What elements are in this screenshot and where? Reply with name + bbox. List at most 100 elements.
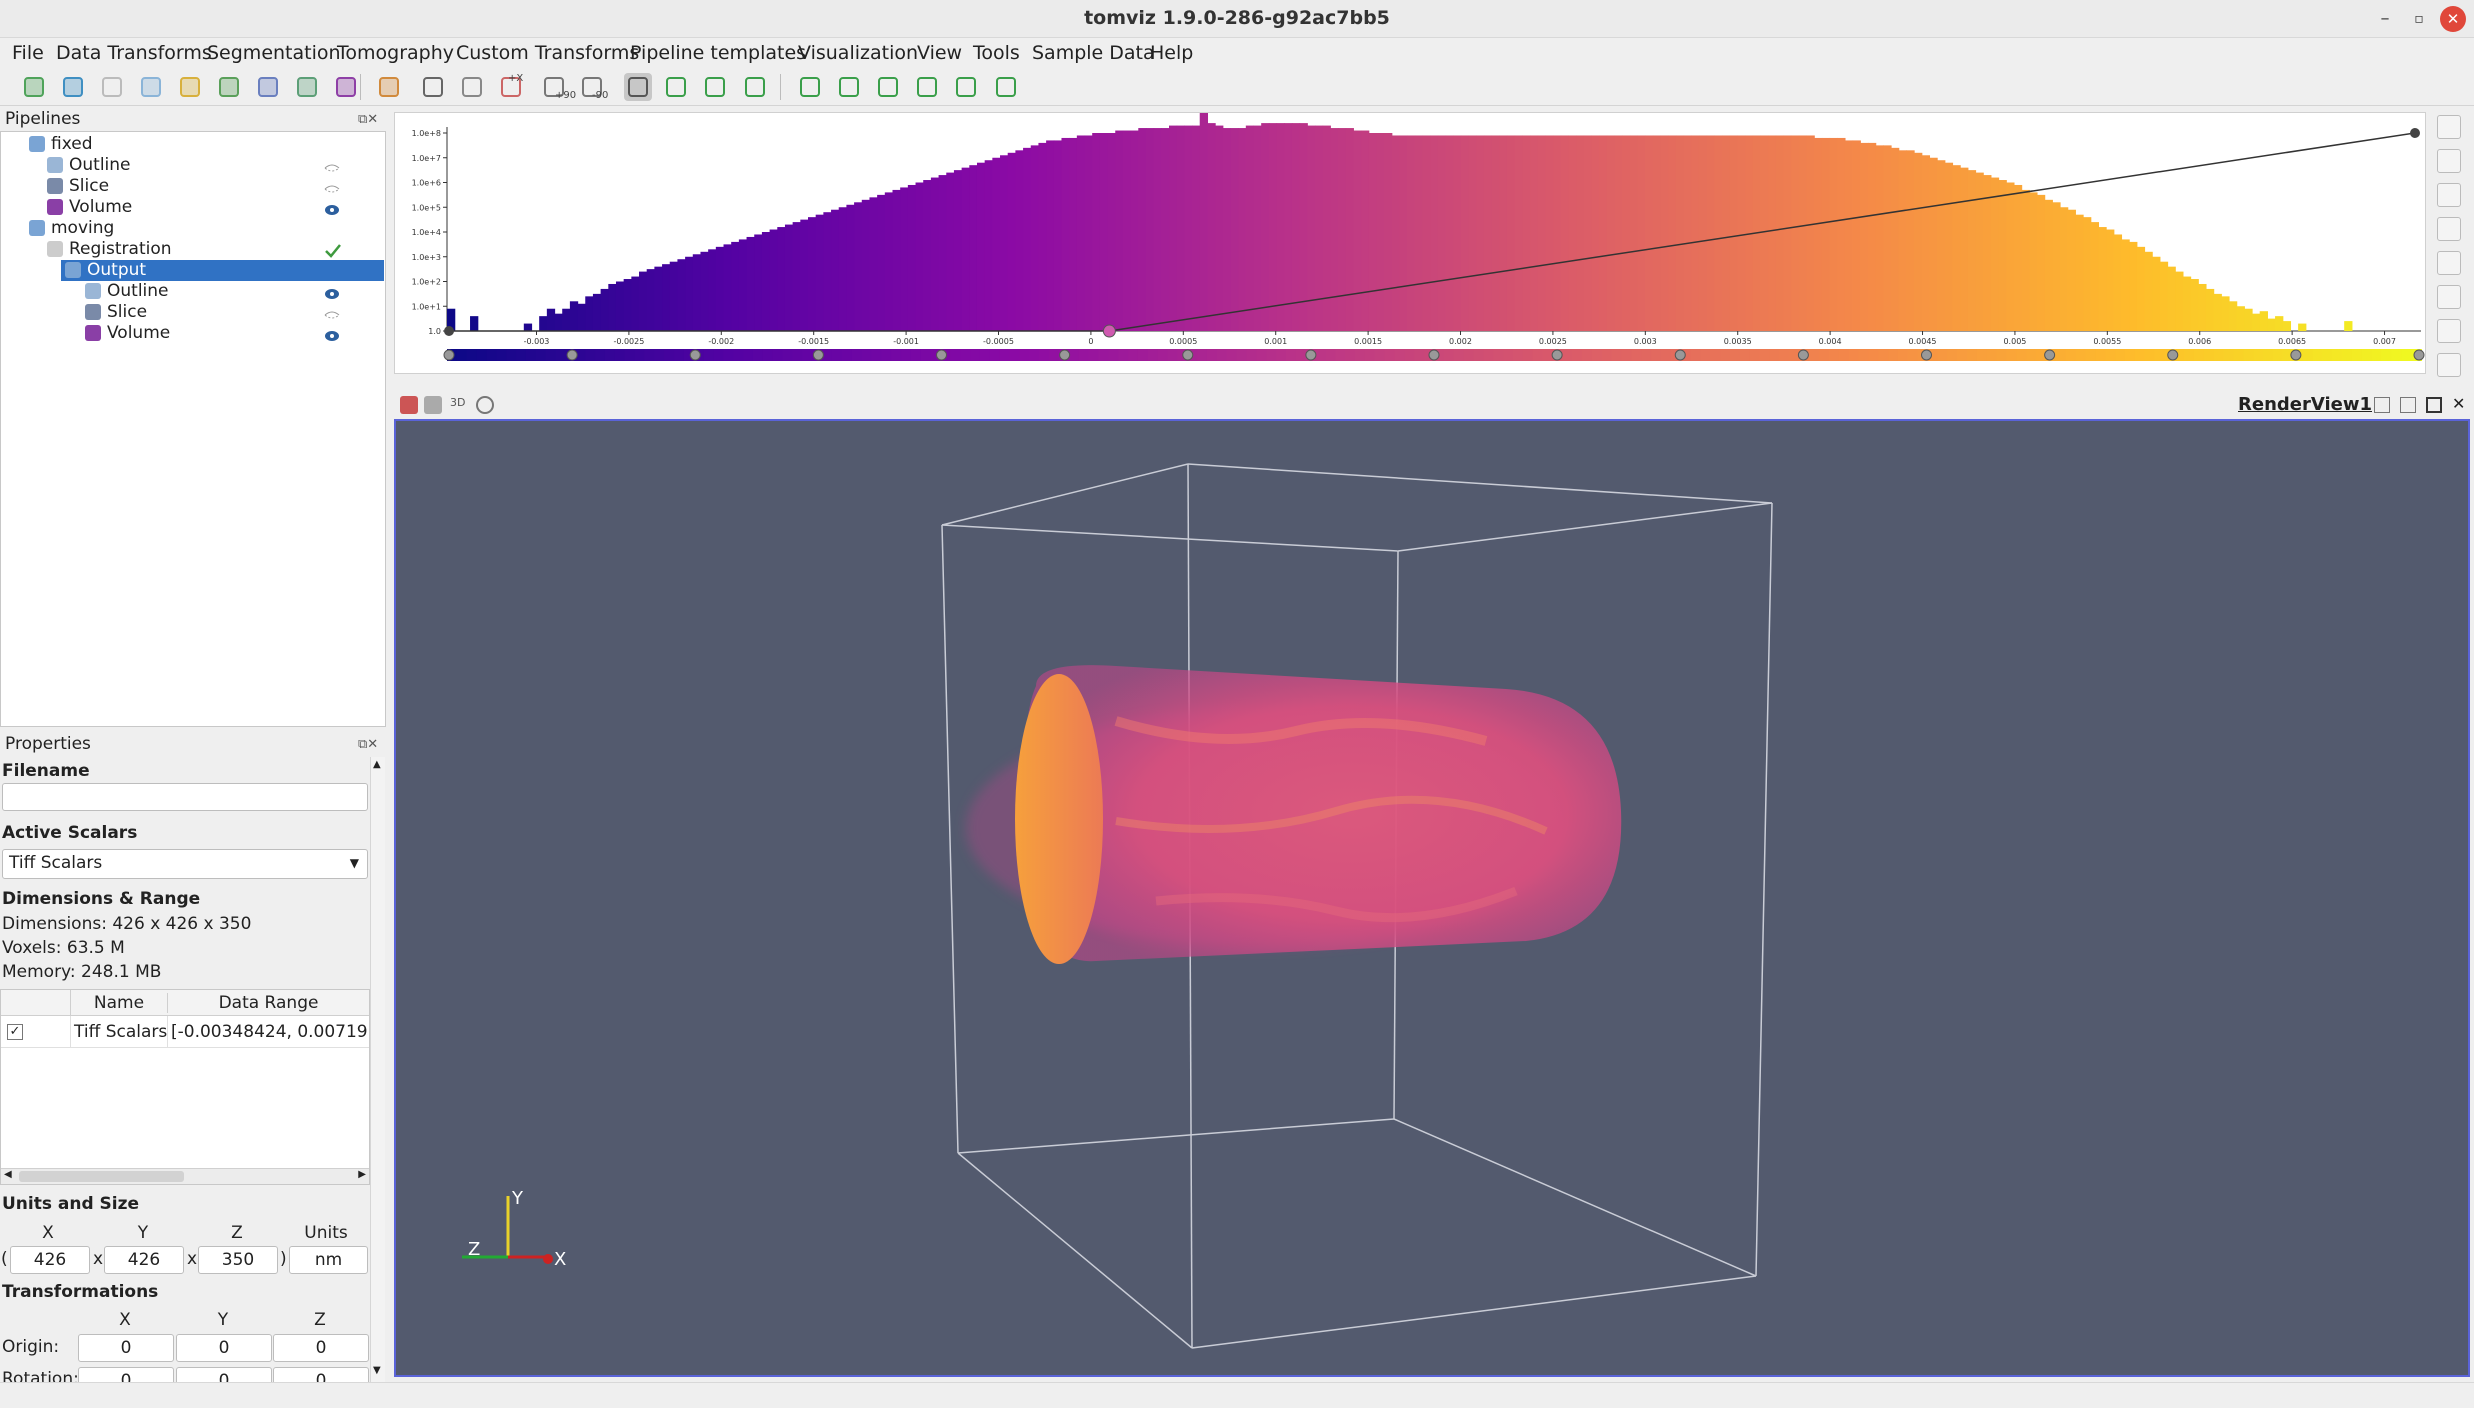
center-icon[interactable] bbox=[701, 73, 729, 101]
column-header-range[interactable]: Data Range bbox=[167, 993, 369, 1013]
first-frame-icon[interactable] bbox=[796, 73, 824, 101]
colormap-node[interactable] bbox=[443, 349, 455, 361]
pipeline-item-volume[interactable]: Volume bbox=[1, 323, 384, 344]
maximize-view-icon[interactable] bbox=[2426, 397, 2442, 413]
toggle-3d-button[interactable]: 3D bbox=[450, 396, 465, 409]
menu-view[interactable]: View bbox=[917, 42, 962, 64]
colormap-node[interactable] bbox=[2044, 349, 2056, 361]
eye-hidden-icon[interactable] bbox=[324, 306, 340, 319]
scroll-down-icon[interactable]: ▼ bbox=[373, 1365, 381, 1376]
eye-visible-icon[interactable] bbox=[324, 327, 340, 341]
pipeline-item-moving[interactable]: moving bbox=[1, 218, 384, 239]
colormap-node[interactable] bbox=[1797, 349, 1809, 361]
color-preset-icon[interactable] bbox=[2437, 251, 2461, 275]
restore-icon[interactable]: ▫ bbox=[2406, 6, 2432, 32]
camera-link-icon[interactable] bbox=[424, 396, 442, 414]
opacity-node[interactable] bbox=[2410, 128, 2420, 138]
colormap-node[interactable] bbox=[812, 349, 824, 361]
previous-frame-icon[interactable] bbox=[835, 73, 863, 101]
active-scalars-select[interactable]: Tiff Scalars ▼ bbox=[2, 849, 368, 879]
reset-range-icon[interactable] bbox=[2437, 115, 2461, 139]
refresh-icon[interactable] bbox=[741, 73, 769, 101]
origin-z-field[interactable]: 0 bbox=[273, 1334, 369, 1362]
scroll-up-icon[interactable]: ▲ bbox=[373, 759, 381, 770]
colormap-node[interactable] bbox=[566, 349, 578, 361]
opacity-node[interactable] bbox=[444, 326, 454, 336]
pipeline-item-output[interactable]: Output bbox=[61, 260, 384, 281]
render-view[interactable]: Y X Z bbox=[394, 419, 2470, 1377]
open-recent-icon[interactable] bbox=[59, 73, 87, 101]
menu-pipeline-templates[interactable]: Pipeline templates bbox=[630, 42, 806, 64]
pipeline-item-outline[interactable]: Outline bbox=[1, 281, 384, 302]
pipelines-tree[interactable]: fixed Outline Slice Volume moving Registratio… bbox=[0, 131, 386, 727]
minimize-icon[interactable]: – bbox=[2372, 6, 2398, 32]
menu-visualization[interactable]: Visualization bbox=[798, 42, 918, 64]
render-view-title[interactable]: RenderView1 bbox=[2238, 394, 2372, 415]
last-frame-icon[interactable] bbox=[952, 73, 980, 101]
colormap-node[interactable] bbox=[1674, 349, 1686, 361]
eye-visible-icon[interactable] bbox=[324, 285, 340, 299]
properties-scrollbar[interactable]: ▲ ▼ bbox=[370, 757, 385, 1382]
scalar-checkbox[interactable]: ✓ bbox=[7, 1024, 23, 1040]
view-cube-icon[interactable] bbox=[254, 73, 282, 101]
menu-tools[interactable]: Tools bbox=[973, 42, 1020, 64]
scroll-right-icon[interactable]: ▶ bbox=[358, 1169, 366, 1180]
size-x-field[interactable]: 426 bbox=[10, 1246, 90, 1274]
colormap-node[interactable] bbox=[2290, 349, 2302, 361]
interact-icon[interactable] bbox=[624, 73, 652, 101]
pipeline-item-outline[interactable]: Outline bbox=[1, 155, 384, 176]
camera-reset-icon[interactable] bbox=[400, 396, 418, 414]
custom-range-icon[interactable] bbox=[2437, 149, 2461, 173]
save-preset-icon[interactable] bbox=[2437, 285, 2461, 309]
table-horizontal-scrollbar[interactable]: ◀ ▶ bbox=[1, 1168, 369, 1184]
reload-icon[interactable] bbox=[662, 73, 690, 101]
rotation-z-field[interactable]: 0 bbox=[273, 1367, 369, 1382]
table-row[interactable]: ✓ Tiff Scalars [-0.00348424, 0.0071973 bbox=[1, 1016, 369, 1048]
menu-data-transforms[interactable]: Data Transforms bbox=[56, 42, 212, 64]
colormap-node[interactable] bbox=[1551, 349, 1563, 361]
color-legend-icon[interactable] bbox=[2437, 353, 2461, 377]
dock-float-close-icon[interactable]: ⧉✕ bbox=[358, 112, 378, 127]
crop-icon[interactable] bbox=[215, 73, 243, 101]
menu-file[interactable]: File bbox=[12, 42, 44, 64]
colormap-node[interactable] bbox=[689, 349, 701, 361]
volume-icon[interactable] bbox=[332, 73, 360, 101]
settings-icon[interactable] bbox=[2437, 217, 2461, 241]
colormap-node[interactable] bbox=[2167, 349, 2179, 361]
menu-sample-data[interactable]: Sample Data bbox=[1032, 42, 1155, 64]
colormap-node[interactable] bbox=[1059, 349, 1071, 361]
close-data-icon[interactable] bbox=[98, 73, 126, 101]
properties-dock-buttons-icon[interactable]: ⧉✕ bbox=[358, 737, 378, 752]
close-icon[interactable]: ✕ bbox=[2440, 6, 2466, 32]
menu-custom-transforms[interactable]: Custom Transforms bbox=[456, 42, 639, 64]
rotation-y-field[interactable]: 0 bbox=[176, 1367, 272, 1382]
close-view-icon[interactable]: ✕ bbox=[2452, 394, 2465, 413]
rotation-x-field[interactable]: 0 bbox=[78, 1367, 174, 1382]
origin-y-field[interactable]: 0 bbox=[176, 1334, 272, 1362]
pipeline-item-slice[interactable]: Slice bbox=[1, 302, 384, 323]
menu-tomography[interactable]: Tomography bbox=[337, 42, 454, 64]
units-field[interactable]: nm bbox=[289, 1246, 368, 1274]
check-icon[interactable] bbox=[324, 243, 341, 258]
zoom-to-data-icon[interactable] bbox=[476, 396, 494, 414]
colormap-node[interactable] bbox=[2413, 349, 2425, 361]
split-vertical-icon[interactable] bbox=[2400, 397, 2416, 413]
split-horizontal-icon[interactable] bbox=[2374, 397, 2390, 413]
gradient-opacity-icon[interactable] bbox=[2437, 319, 2461, 343]
eye-hidden-icon[interactable] bbox=[324, 159, 340, 172]
size-z-field[interactable]: 350 bbox=[198, 1246, 278, 1274]
colormap-node[interactable] bbox=[1305, 349, 1317, 361]
opacity-map-icon[interactable] bbox=[2437, 183, 2461, 207]
histogram-chart[interactable]: 1.0e+8 1.0e+7 1.0e+6 1.0e+5 1.0e+4 1.0e+3 1.0e… bbox=[395, 100, 2427, 375]
colormap-node[interactable] bbox=[1921, 349, 1932, 361]
filename-field[interactable] bbox=[2, 783, 368, 811]
pipeline-item-slice[interactable]: Slice bbox=[1, 176, 384, 197]
size-y-field[interactable]: 426 bbox=[104, 1246, 184, 1274]
reset-icon[interactable] bbox=[137, 73, 165, 101]
next-frame-icon[interactable] bbox=[913, 73, 941, 101]
transform-icon[interactable] bbox=[419, 73, 447, 101]
ruler-icon[interactable] bbox=[176, 73, 204, 101]
origin-x-field[interactable]: 0 bbox=[78, 1334, 174, 1362]
scroll-left-icon[interactable]: ◀ bbox=[4, 1169, 12, 1180]
histogram-panel[interactable]: 1.0e+8 1.0e+7 1.0e+6 1.0e+5 1.0e+4 1.0e+3 1.0e… bbox=[394, 100, 2427, 375]
